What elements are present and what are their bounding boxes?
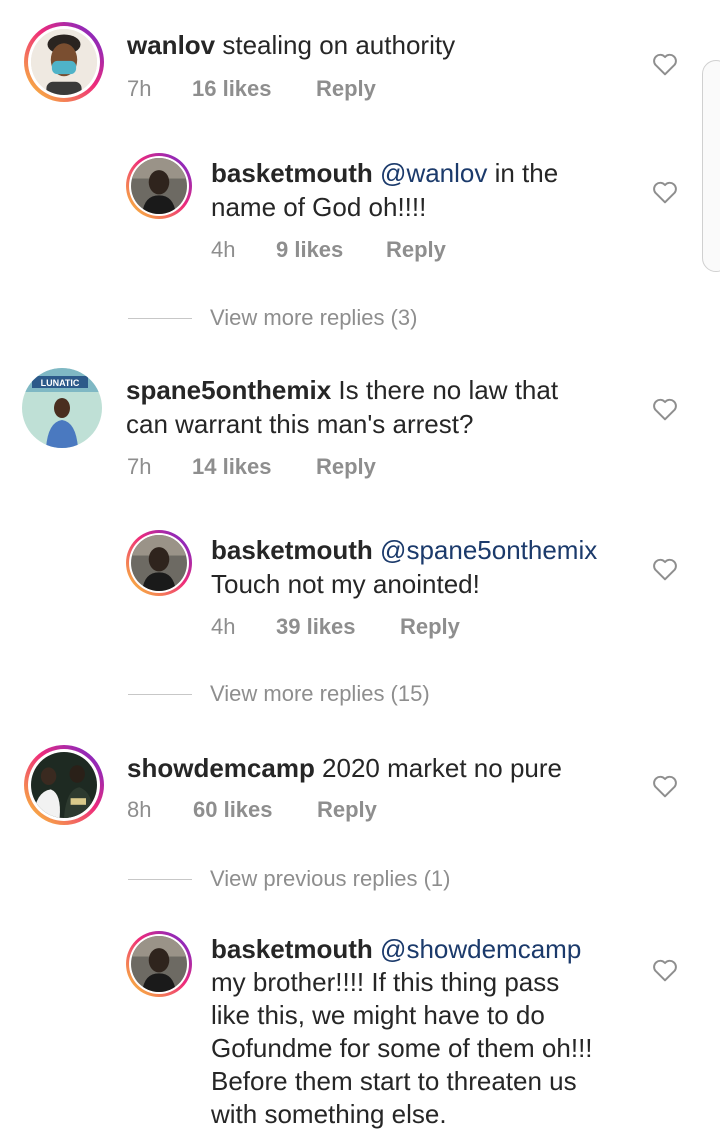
heart-outline-icon[interactable] xyxy=(652,397,678,421)
likes-count[interactable]: 14 likes xyxy=(192,454,316,480)
comment-text: wanlov stealing on authority xyxy=(127,28,455,62)
heart-outline-icon[interactable] xyxy=(652,180,678,204)
avatar-basketmouth-image xyxy=(131,158,187,214)
comment-text: basketmouth @spane5onthemix Touch not my… xyxy=(211,533,597,601)
comment-body: Touch not my anointed! xyxy=(211,569,480,599)
reply-button[interactable]: Reply xyxy=(316,454,376,480)
timestamp: 4h xyxy=(211,237,236,262)
comment-body: name of God oh!!!! xyxy=(211,192,427,222)
avatar-basketmouth-image xyxy=(131,535,187,591)
mention-link[interactable]: @wanlov xyxy=(380,158,487,188)
comment-text: basketmouth @showdemcamp my brother!!!! … xyxy=(211,933,593,1131)
avatar-wanlov-image xyxy=(31,29,97,95)
username[interactable]: basketmouth xyxy=(211,934,373,964)
timestamp: 7h xyxy=(127,76,152,101)
likes-count[interactable]: 39 likes xyxy=(276,614,400,640)
comment-body: Gofundme for some of them oh!!! xyxy=(211,1033,593,1063)
avatar-showdemcamp[interactable] xyxy=(24,745,104,825)
timestamp: 7h xyxy=(127,454,152,479)
divider xyxy=(128,693,192,695)
likes-count[interactable]: 9 likes xyxy=(276,237,386,263)
username[interactable]: spane5onthemix xyxy=(126,375,331,405)
view-previous-label[interactable]: View previous replies (1) xyxy=(210,866,450,892)
view-previous-replies[interactable]: View previous replies (1) xyxy=(128,866,450,892)
comment-text: spane5onthemix Is there no law that can … xyxy=(126,373,558,441)
username[interactable]: wanlov xyxy=(127,30,215,60)
likes-count[interactable]: 60 likes xyxy=(193,797,317,823)
comment-text: basketmouth @wanlov in the name of God o… xyxy=(211,156,558,224)
comment-body: can warrant this man's arrest? xyxy=(126,409,474,439)
comment-body: Before them start to threaten us xyxy=(211,1066,577,1096)
comment-text: showdemcamp 2020 market no pure xyxy=(127,751,562,785)
comment-meta: 7h 16 likes Reply xyxy=(127,76,376,102)
scrollbar[interactable] xyxy=(702,60,720,272)
mention-link[interactable]: @showdemcamp xyxy=(380,934,581,964)
reply-button[interactable]: Reply xyxy=(386,237,446,263)
timestamp: 8h xyxy=(127,797,152,822)
likes-count[interactable]: 16 likes xyxy=(192,76,316,102)
avatar-basketmouth[interactable] xyxy=(126,931,192,997)
comment-body: stealing on authority xyxy=(215,30,456,60)
username[interactable]: showdemcamp xyxy=(127,753,315,783)
heart-outline-icon[interactable] xyxy=(652,557,678,581)
comment-body: my brother!!!! If this thing pass xyxy=(211,967,560,997)
view-more-label[interactable]: View more replies (3) xyxy=(210,305,417,331)
avatar-basketmouth-image xyxy=(131,936,187,992)
timestamp: 4h xyxy=(211,614,236,639)
comment-meta: 4h 9 likes Reply xyxy=(211,237,446,263)
username[interactable]: basketmouth xyxy=(211,158,373,188)
comment-body: like this, we might have to do xyxy=(211,1000,545,1030)
divider xyxy=(128,878,192,880)
view-more-replies[interactable]: View more replies (15) xyxy=(128,681,430,707)
view-more-label[interactable]: View more replies (15) xyxy=(210,681,430,707)
comment-body: in the xyxy=(487,158,559,188)
comment-meta: 4h 39 likes Reply xyxy=(211,614,460,640)
heart-outline-icon[interactable] xyxy=(652,774,678,798)
avatar-showdemcamp-image xyxy=(31,752,97,818)
mention-link[interactable]: @spane5onthemix xyxy=(380,535,597,565)
view-more-replies[interactable]: View more replies (3) xyxy=(128,305,417,331)
reply-button[interactable]: Reply xyxy=(316,76,376,102)
comment-body: Is there no law that xyxy=(331,375,559,405)
svg-text:LUNATIC: LUNATIC xyxy=(41,378,80,388)
avatar-basketmouth[interactable] xyxy=(126,530,192,596)
heart-outline-icon[interactable] xyxy=(652,958,678,982)
avatar-spane5onthemix-image: LUNATIC xyxy=(22,368,102,448)
comment-meta: 8h 60 likes Reply xyxy=(127,797,377,823)
username[interactable]: basketmouth xyxy=(211,535,373,565)
reply-button[interactable]: Reply xyxy=(317,797,377,823)
avatar-spane5onthemix[interactable]: LUNATIC xyxy=(22,368,102,448)
divider xyxy=(128,317,192,319)
avatar-wanlov[interactable] xyxy=(24,22,104,102)
avatar-basketmouth[interactable] xyxy=(126,153,192,219)
reply-button[interactable]: Reply xyxy=(400,614,460,640)
comment-body: with something else. xyxy=(211,1099,447,1129)
heart-outline-icon[interactable] xyxy=(652,52,678,76)
comment-meta: 7h 14 likes Reply xyxy=(127,454,376,480)
comment-body: 2020 market no pure xyxy=(314,753,562,783)
